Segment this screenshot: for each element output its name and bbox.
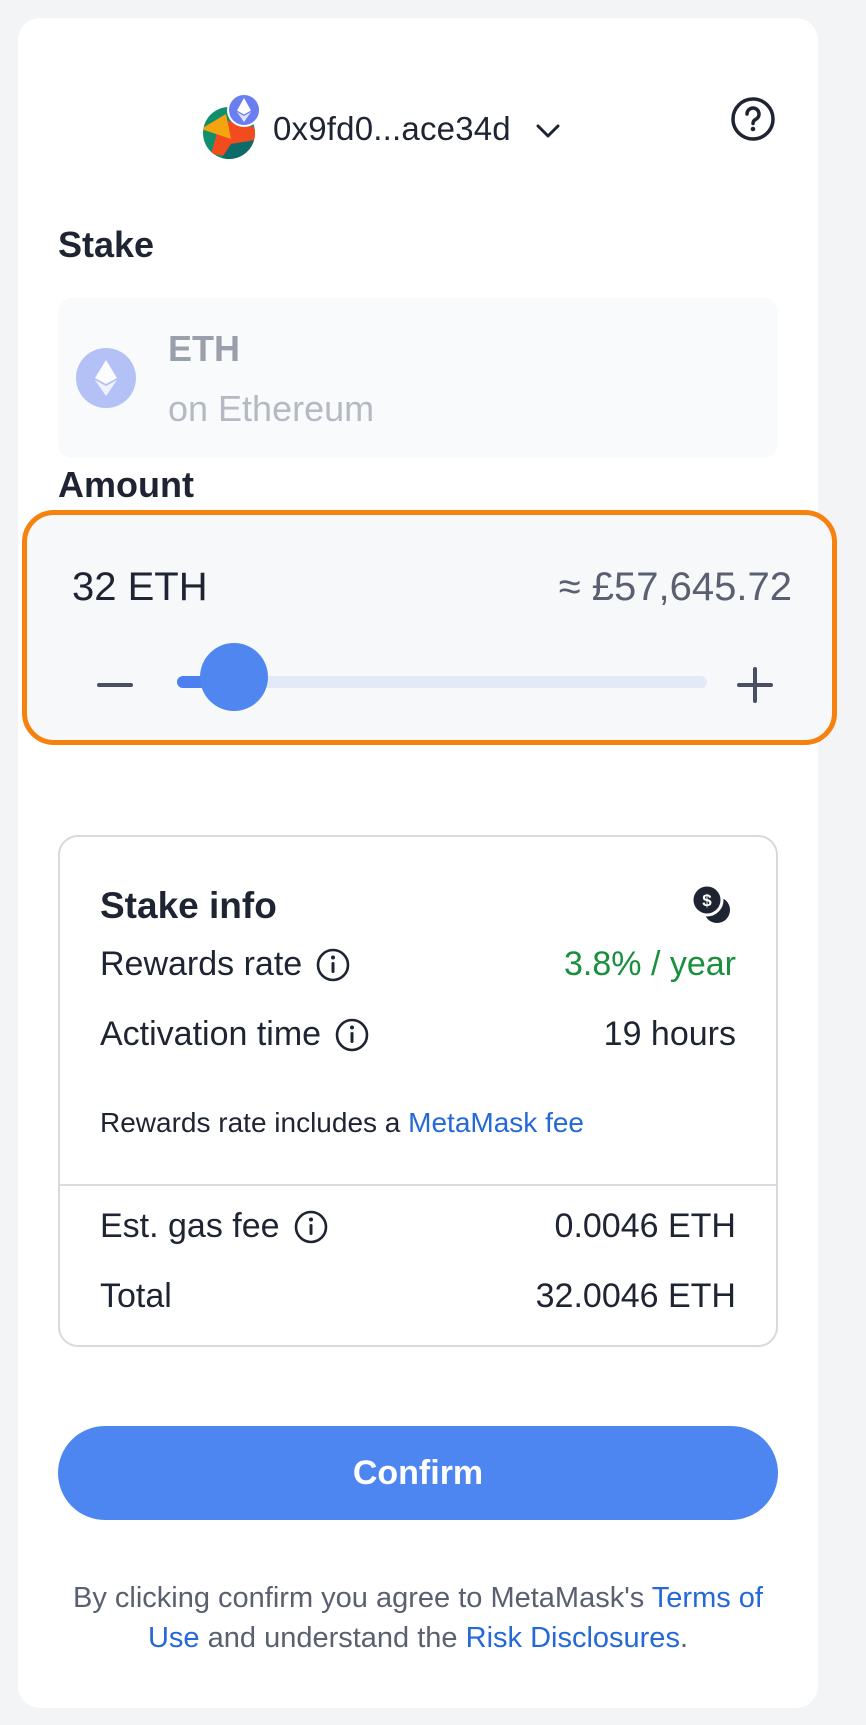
stake-label: Stake [58,224,155,265]
divider [60,1184,776,1186]
rewards-rate-value: 3.8% / year [564,945,736,983]
rewards-rate-label: Rewards rate [100,945,303,983]
total-row: Total 32.0046 ETH [100,1277,736,1316]
amount-label: Amount [58,464,194,505]
total-value: 32.0046 ETH [535,1277,736,1315]
info-icon[interactable] [294,1210,328,1244]
account-avatar [201,93,261,159]
chevron-down-icon[interactable] [535,123,561,139]
legal-disclaimer: By clicking confirm you agree to MetaMas… [48,1578,788,1658]
gas-fee-row: Est. gas fee 0.0046 ETH [100,1207,736,1246]
amount-input-panel: 32 ETH ≈ £57,645.72 [22,510,837,745]
info-icon[interactable] [335,1018,369,1052]
amount-slider-thumb[interactable] [200,643,269,711]
increase-button[interactable] [735,665,775,705]
coin-dollar-icon: $ [690,883,734,932]
stake-card: 0x9fd0...ace34d Stake ETH on Ethereum Am… [18,18,837,1708]
activation-time-value: 19 hours [603,1015,736,1053]
stake-info-panel: Stake info $ Rewards rate 3.8% / year Ac… [58,835,778,1347]
minus-icon [97,683,133,687]
amount-value[interactable]: 32 ETH [72,565,208,610]
activation-time-label: Activation time [100,1015,322,1053]
token-selector: ETH on Ethereum [58,298,778,458]
gas-fee-label: Est. gas fee [100,1207,280,1245]
decrease-button[interactable] [95,665,135,705]
legal-end: . [679,1622,689,1654]
plus-icon [737,667,773,703]
info-icon[interactable] [316,948,350,982]
confirm-button[interactable]: Confirm [58,1426,778,1520]
stake-info-title: Stake info [100,885,277,926]
amount-fiat-value: ≈ £57,645.72 [558,565,792,609]
help-icon[interactable] [728,94,778,144]
token-symbol: ETH [168,328,240,369]
total-label: Total [100,1277,172,1315]
activation-time-row: Activation time 19 hours [100,1015,736,1054]
rewards-note-text: Rewards rate includes a [100,1107,401,1138]
gas-fee-value: 0.0046 ETH [554,1207,736,1245]
legal-text-1: By clicking confirm you agree to MetaMas… [73,1582,645,1614]
metamask-fee-link[interactable]: MetaMask fee [408,1107,584,1138]
legal-text-2: and understand the [207,1622,458,1654]
risk-disclosures-link[interactable]: Risk Disclosures [466,1622,680,1654]
svg-text:$: $ [702,891,712,910]
eth-token-icon [76,348,136,408]
rewards-note: Rewards rate includes a MetaMask fee [100,1107,584,1139]
account-selector[interactable]: 0x9fd0...ace34d [201,93,561,164]
rewards-rate-row: Rewards rate 3.8% / year [100,945,736,984]
account-name: 0x9fd0...ace34d [273,110,511,147]
ethereum-badge-icon [227,93,261,127]
token-network: on Ethereum [168,388,375,429]
